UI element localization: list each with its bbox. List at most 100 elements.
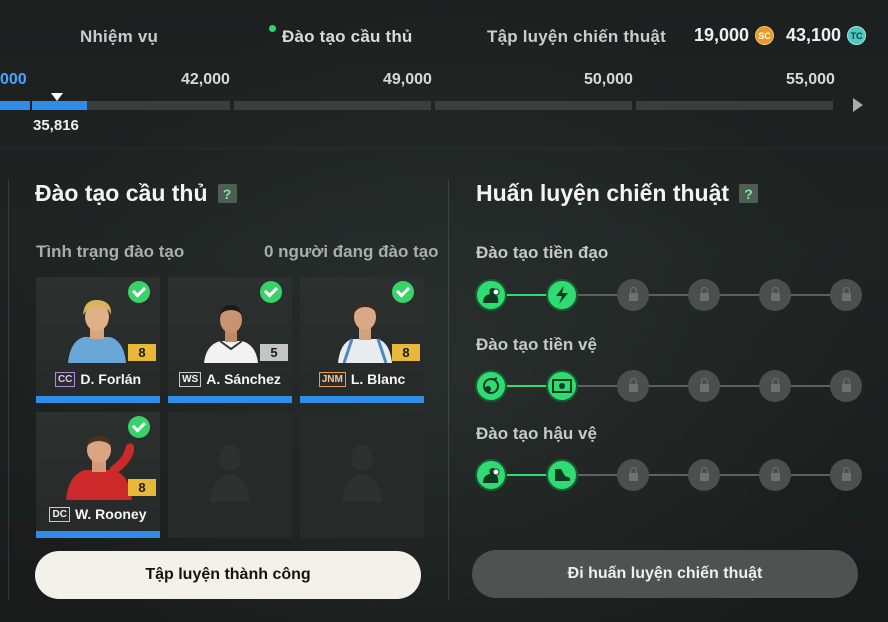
- sc-value: 19,000: [694, 25, 750, 45]
- player-card[interactable]: 8 CC D. Forlán: [36, 277, 160, 403]
- lock-icon: [628, 378, 638, 392]
- lock-icon: [628, 467, 638, 481]
- player-name: L. Blanc: [350, 371, 406, 387]
- locked-skill-node[interactable]: [830, 370, 862, 402]
- progress-segment: [435, 101, 632, 110]
- player-level: 8: [128, 344, 156, 361]
- tab-missions[interactable]: Nhiệm vụ: [80, 27, 158, 47]
- tab-tactical-practice[interactable]: Tập luyện chiến thuật: [487, 27, 666, 47]
- tc-value: 43,100: [786, 25, 842, 45]
- locked-skill-node[interactable]: [830, 459, 862, 491]
- unlocked-skill-node[interactable]: [546, 279, 578, 311]
- player-name-line: CC D. Forlán: [36, 371, 160, 387]
- divider: [0, 148, 888, 149]
- scroll-right-arrow-icon[interactable]: [853, 98, 863, 112]
- locked-skill-node[interactable]: [688, 370, 720, 402]
- player-card[interactable]: 8 JNM L. Blanc: [300, 277, 424, 403]
- unlocked-skill-node[interactable]: [546, 459, 578, 491]
- go-tactical-training-button[interactable]: Đi huấn luyện chiến thuật: [472, 550, 858, 598]
- player-name: D. Forlán: [80, 371, 142, 387]
- unlocked-skill-node[interactable]: [475, 459, 507, 491]
- defense-training-label: Đào tạo hậu vệ: [476, 424, 597, 443]
- locked-skill-node[interactable]: [759, 279, 791, 311]
- unlocked-skill-node[interactable]: [475, 279, 507, 311]
- skill-icon: [552, 466, 572, 484]
- lock-icon: [770, 467, 780, 481]
- player-name-line: WS A. Sánchez: [168, 371, 292, 387]
- milestone-label: 42,000: [181, 71, 230, 88]
- skill-icon: [481, 286, 501, 304]
- milestone-label: 50,000: [584, 71, 633, 88]
- training-status-label: Tình trạng đào tạo: [36, 242, 185, 261]
- player-card[interactable]: 8 DC W. Rooney: [36, 412, 160, 538]
- lock-icon: [770, 287, 780, 301]
- lock-icon: [699, 467, 709, 481]
- training-progress-bar: [36, 531, 160, 538]
- tc-currency: 43,100 TC: [786, 25, 867, 46]
- position-badge: JNM: [318, 371, 346, 387]
- position-badge: CC: [54, 371, 76, 387]
- training-success-button[interactable]: Tập luyện thành công: [35, 551, 421, 599]
- lock-icon: [699, 287, 709, 301]
- locked-skill-node[interactable]: [688, 459, 720, 491]
- player-name-line: JNM L. Blanc: [300, 371, 424, 387]
- training-progress-bar: [300, 396, 424, 403]
- locked-skill-node[interactable]: [617, 279, 649, 311]
- tactical-training-title: Huấn luyện chiến thuật ?: [476, 180, 759, 207]
- progress-segment: [234, 101, 431, 110]
- progress-segment: [636, 101, 833, 110]
- locked-skill-node[interactable]: [759, 459, 791, 491]
- training-status-value: 0 người đang đào tạo: [264, 242, 439, 261]
- completed-check-icon: [128, 416, 150, 438]
- divider: [8, 180, 9, 600]
- position-badge: DC: [49, 506, 70, 522]
- skill-icon: [551, 377, 573, 395]
- milestone-label: 000: [0, 71, 27, 88]
- locked-skill-node[interactable]: [617, 459, 649, 491]
- milestone-label: 55,000: [786, 71, 835, 88]
- help-icon[interactable]: ?: [217, 184, 237, 203]
- player-name: W. Rooney: [74, 506, 147, 522]
- locked-skill-node[interactable]: [688, 279, 720, 311]
- sc-coin-icon: SC: [755, 26, 775, 45]
- notification-dot: [269, 25, 276, 32]
- locked-skill-node[interactable]: [617, 370, 649, 402]
- tc-coin-icon: TC: [847, 26, 867, 45]
- locked-skill-node[interactable]: [759, 370, 791, 402]
- player-portrait: [338, 301, 392, 363]
- sc-currency: 19,000 SC: [694, 25, 775, 46]
- player-portrait: [66, 436, 134, 500]
- forward-training-label: Đào tạo tiền đạo: [476, 243, 609, 262]
- player-training-title-text: Đào tạo cầu thủ: [35, 180, 208, 206]
- help-icon[interactable]: ?: [739, 184, 759, 203]
- lock-icon: [628, 287, 638, 301]
- lock-icon: [699, 378, 709, 392]
- empty-player-silhouette-icon: [210, 445, 250, 502]
- empty-player-slot[interactable]: [168, 412, 292, 538]
- tab-player-training[interactable]: Đào tạo cầu thủ: [282, 27, 413, 47]
- empty-player-slot[interactable]: [300, 412, 424, 538]
- player-level: 8: [128, 479, 156, 496]
- skill-icon: [481, 466, 501, 484]
- progress-current-value: 35,816: [33, 117, 79, 134]
- lock-icon: [770, 378, 780, 392]
- player-training-title: Đào tạo cầu thủ ?: [35, 180, 237, 207]
- skill-icon: [553, 285, 571, 305]
- tactical-training-title-text: Huấn luyện chiến thuật: [476, 180, 730, 206]
- position-badge: WS: [179, 371, 202, 387]
- lock-icon: [841, 467, 851, 481]
- player-level: 5: [260, 344, 288, 361]
- locked-skill-node[interactable]: [830, 279, 862, 311]
- unlocked-skill-node[interactable]: [475, 370, 507, 402]
- progress-segment: [32, 101, 230, 110]
- top-navigation: Nhiệm vụ Đào tạo cầu thủ Tập luyện chiến…: [0, 0, 888, 66]
- unlocked-skill-node[interactable]: [546, 370, 578, 402]
- empty-player-silhouette-icon: [342, 445, 382, 502]
- completed-check-icon: [392, 281, 414, 303]
- divider: [448, 180, 449, 600]
- player-name: A. Sánchez: [206, 371, 281, 387]
- progress-marker-icon: [51, 93, 63, 101]
- completed-check-icon: [260, 281, 282, 303]
- training-progress-bar: [168, 396, 292, 403]
- player-card[interactable]: 5 WS A. Sánchez: [168, 277, 292, 403]
